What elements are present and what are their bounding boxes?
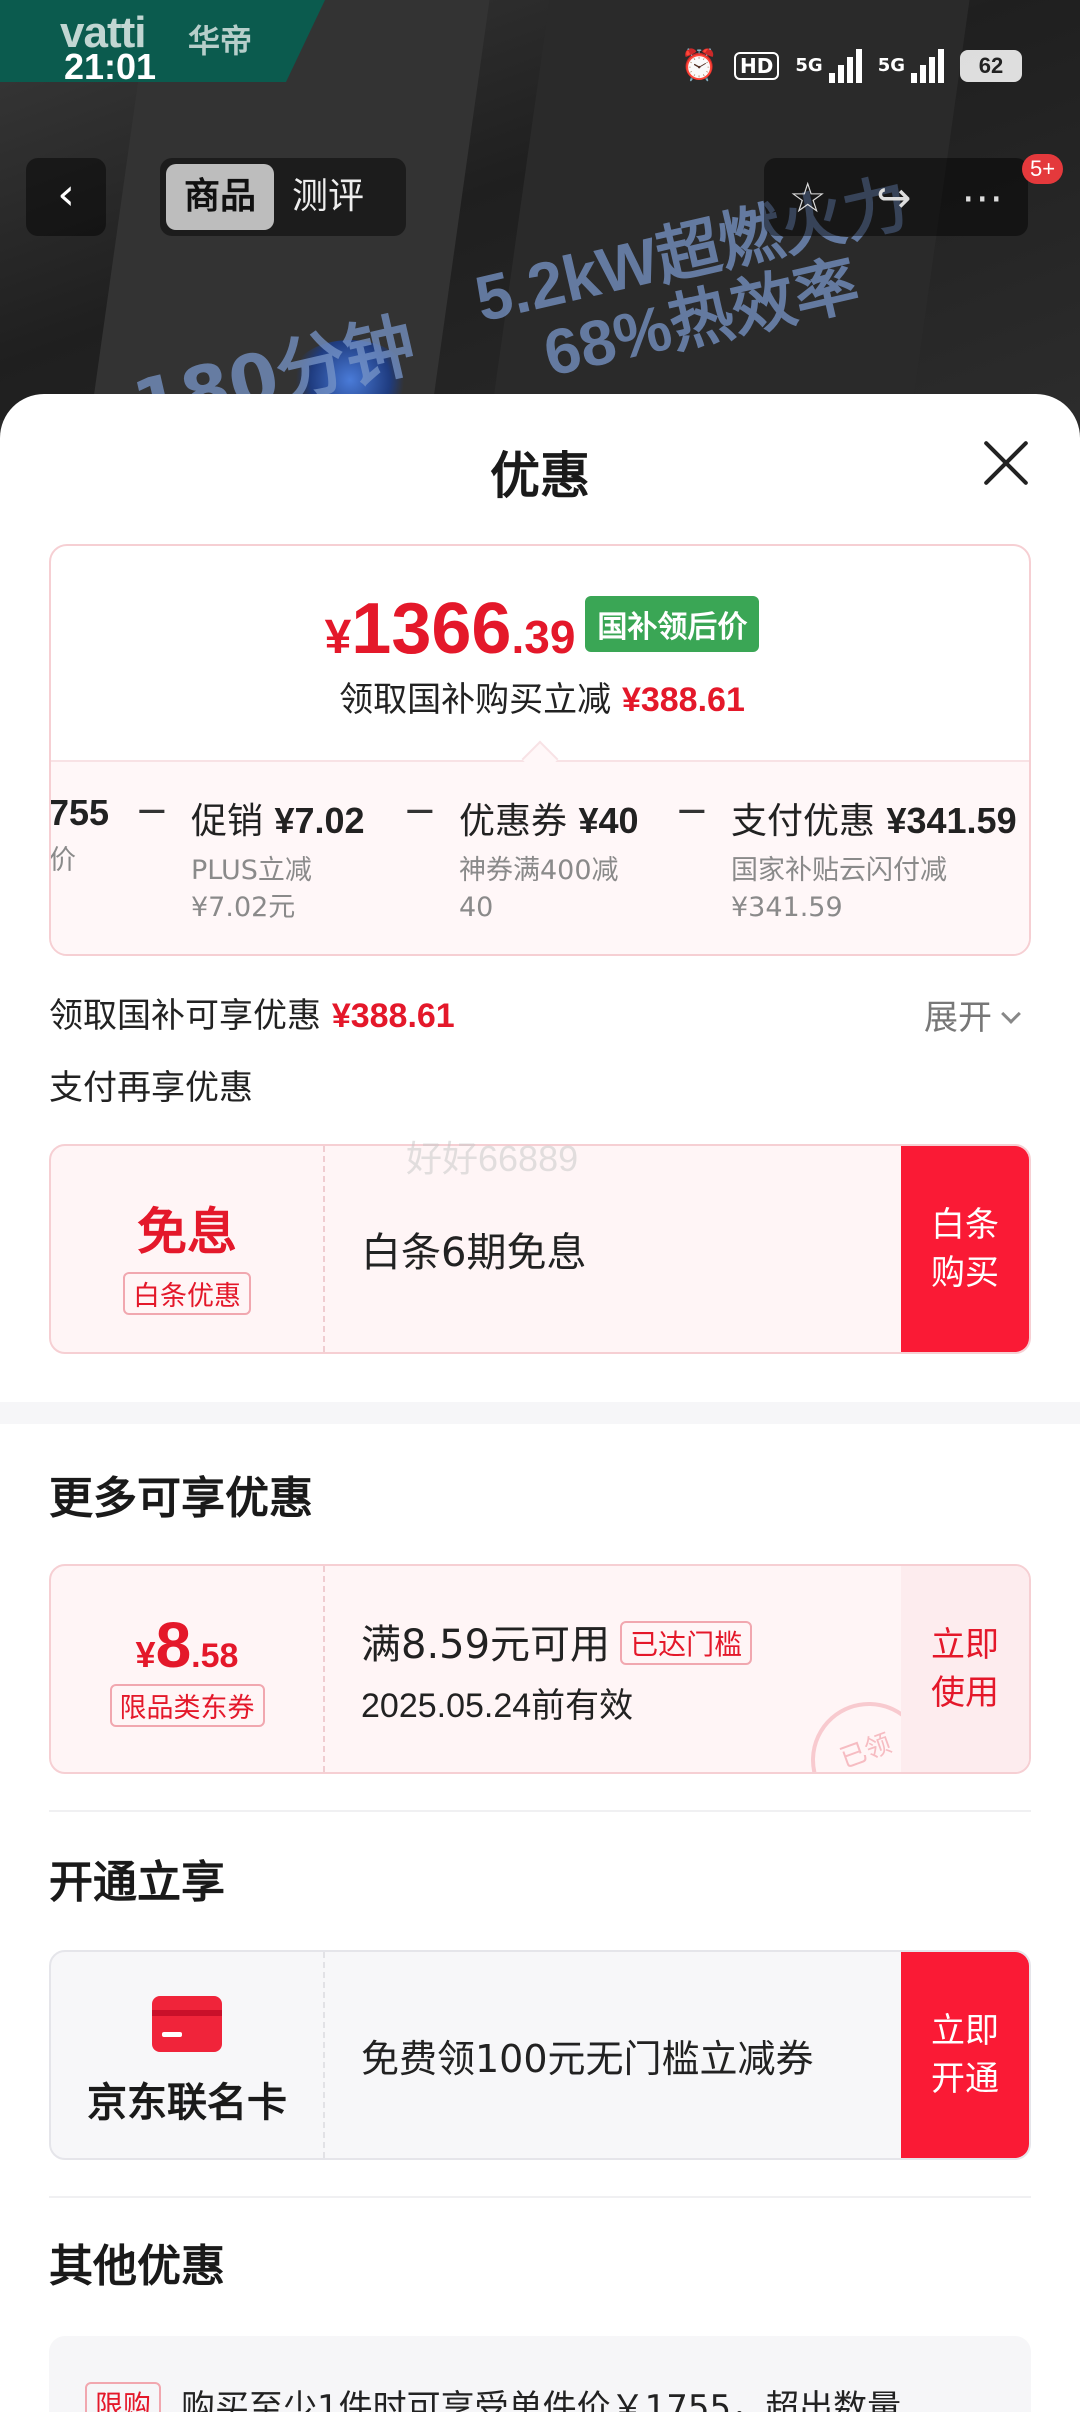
- breakdown-item-coupon: 优惠券 ¥40 神券满400减 40: [459, 800, 639, 923]
- breakdown-item-payment: 支付优惠 ¥341.59 国家补贴云闪付减 ¥341.59: [731, 800, 1017, 923]
- other-offers-title: 其他优惠: [49, 2241, 225, 2292]
- divider: [49, 2196, 1031, 2198]
- price-currency: ¥: [324, 611, 352, 664]
- interest-free-label: 免息: [137, 1203, 237, 1261]
- dong-coupon-card: ¥8.58 限品类东券 满8.59元可用 已达门槛 2025.05.24前有效 已…: [49, 1564, 1031, 1774]
- limit-text: 购买至少1件时可享受单件价￥1755，超出数量: [181, 2388, 902, 2412]
- section-divider: [0, 1402, 1080, 1424]
- coupon-value: ¥8.58 限品类东券: [51, 1566, 325, 1772]
- minus-icon: −: [675, 788, 709, 834]
- price-breakdown: 755 价 − 促销 ¥7.02 PLUS立减 ¥7.02元 − 优惠券 ¥40…: [49, 760, 1029, 954]
- price-subtitle: 领取国补购买立减 ¥388.61: [51, 672, 1029, 721]
- expand-label: 展开: [924, 998, 992, 1038]
- jd-card-name: 京东联名卡: [87, 2080, 287, 2126]
- coupon-amount: ¥8.58: [135, 1609, 239, 1681]
- discount-sheet: 优惠 ¥1366.39 国补领后价 领取国补购买立减 ¥388.61 755 价 …: [0, 394, 1080, 2412]
- net-label-2: 5G: [877, 55, 905, 76]
- price-decimal: .39: [511, 611, 576, 663]
- tab-review[interactable]: 测评: [274, 164, 382, 230]
- baitiao-buy-button[interactable]: 白条购买: [901, 1146, 1029, 1352]
- baitiao-tag: 白条优惠: [123, 1272, 251, 1315]
- product-tabs: 商品 测评: [160, 158, 406, 236]
- jd-card-offer: 京东联名卡 免费领100元无门槛立减券 立即开通: [49, 1950, 1031, 2160]
- more-offers-title: 更多可享优惠: [49, 1473, 313, 1524]
- brand-banner: [0, 0, 325, 82]
- subsidy-price-tag: 国补领后价: [585, 596, 760, 652]
- final-price: ¥1366.39 国补领后价: [51, 588, 1029, 670]
- minus-icon: −: [135, 788, 169, 834]
- more-icon[interactable]: ⋯: [961, 173, 1003, 222]
- coupon-expiry: 2025.05.24前有效: [361, 1686, 634, 1725]
- tab-product[interactable]: 商品: [166, 164, 275, 230]
- status-time: 21:01: [64, 46, 157, 87]
- coupon-type-tag: 限品类东券: [109, 1684, 265, 1727]
- chevron-down-icon: [1001, 1004, 1021, 1024]
- sheet-title: 优惠: [490, 447, 590, 505]
- share-icon[interactable]: ↪: [876, 173, 911, 222]
- alarm-icon: ⏰: [680, 48, 719, 83]
- baitiao-text: 白条6期免息: [361, 1230, 587, 1276]
- credit-card-icon: [152, 1996, 222, 2052]
- jd-card-text: 免费领100元无门槛立减券: [361, 2036, 814, 2081]
- threshold-tag: 已达门槛: [620, 1620, 753, 1665]
- brand-logo-cn: 华帝: [188, 22, 253, 60]
- subsidy-summary: 领取国补可享优惠 ¥388.61: [49, 988, 455, 1037]
- signal-icon: [911, 48, 944, 83]
- breakdown-item-promo: 促销 ¥7.02 PLUS立减 ¥7.02元: [191, 800, 365, 923]
- close-icon[interactable]: [980, 438, 1030, 488]
- use-now-button[interactable]: 立即使用: [901, 1566, 1029, 1772]
- signal-icon: [828, 48, 862, 83]
- jd-card-left: 京东联名卡: [51, 1952, 325, 2158]
- open-now-button[interactable]: 立即开通: [901, 1952, 1029, 2158]
- subsidy-summary-amount: ¥388.61: [331, 997, 455, 1035]
- battery-icon: 62: [960, 49, 1022, 82]
- star-icon[interactable]: ☆: [789, 173, 827, 222]
- purchase-limit-box: 限购 购买至少1件时可享受单件价￥1755，超出数量: [49, 2336, 1031, 2412]
- minus-icon: −: [403, 788, 437, 834]
- back-button[interactable]: ‹: [26, 158, 106, 236]
- price-integer: 1366: [351, 589, 512, 669]
- net-label-1: 5G: [795, 55, 823, 76]
- pay-section-title: 支付再享优惠: [49, 1068, 253, 1108]
- nav-actions: ☆ ↪ ⋯: [764, 158, 1028, 236]
- status-icons: ⏰ HD 5G 5G 62: [681, 48, 1022, 83]
- divider: [49, 1810, 1031, 1812]
- hd-icon: HD: [734, 51, 780, 80]
- message-badge: 5+: [1022, 154, 1064, 184]
- coupon-condition: 满8.59元可用 已达门槛: [361, 1612, 753, 1670]
- subsidy-summary-label: 领取国补可享优惠: [49, 996, 321, 1036]
- baitiao-left: 免息 白条优惠: [51, 1146, 325, 1352]
- expand-button[interactable]: 展开: [924, 990, 1021, 1039]
- price-card: ¥1366.39 国补领后价 领取国补购买立减 ¥388.61 755 价 − 促…: [49, 544, 1031, 956]
- watermark-text: 好好66889: [406, 1138, 579, 1179]
- price-sub-label: 领取国补购买立减: [339, 680, 612, 720]
- open-title: 开通立享: [49, 1857, 225, 1908]
- price-sub-amount: ¥388.61: [621, 681, 745, 719]
- breakdown-item-original: 755 价: [49, 792, 110, 876]
- limit-tag: 限购: [85, 2382, 162, 2412]
